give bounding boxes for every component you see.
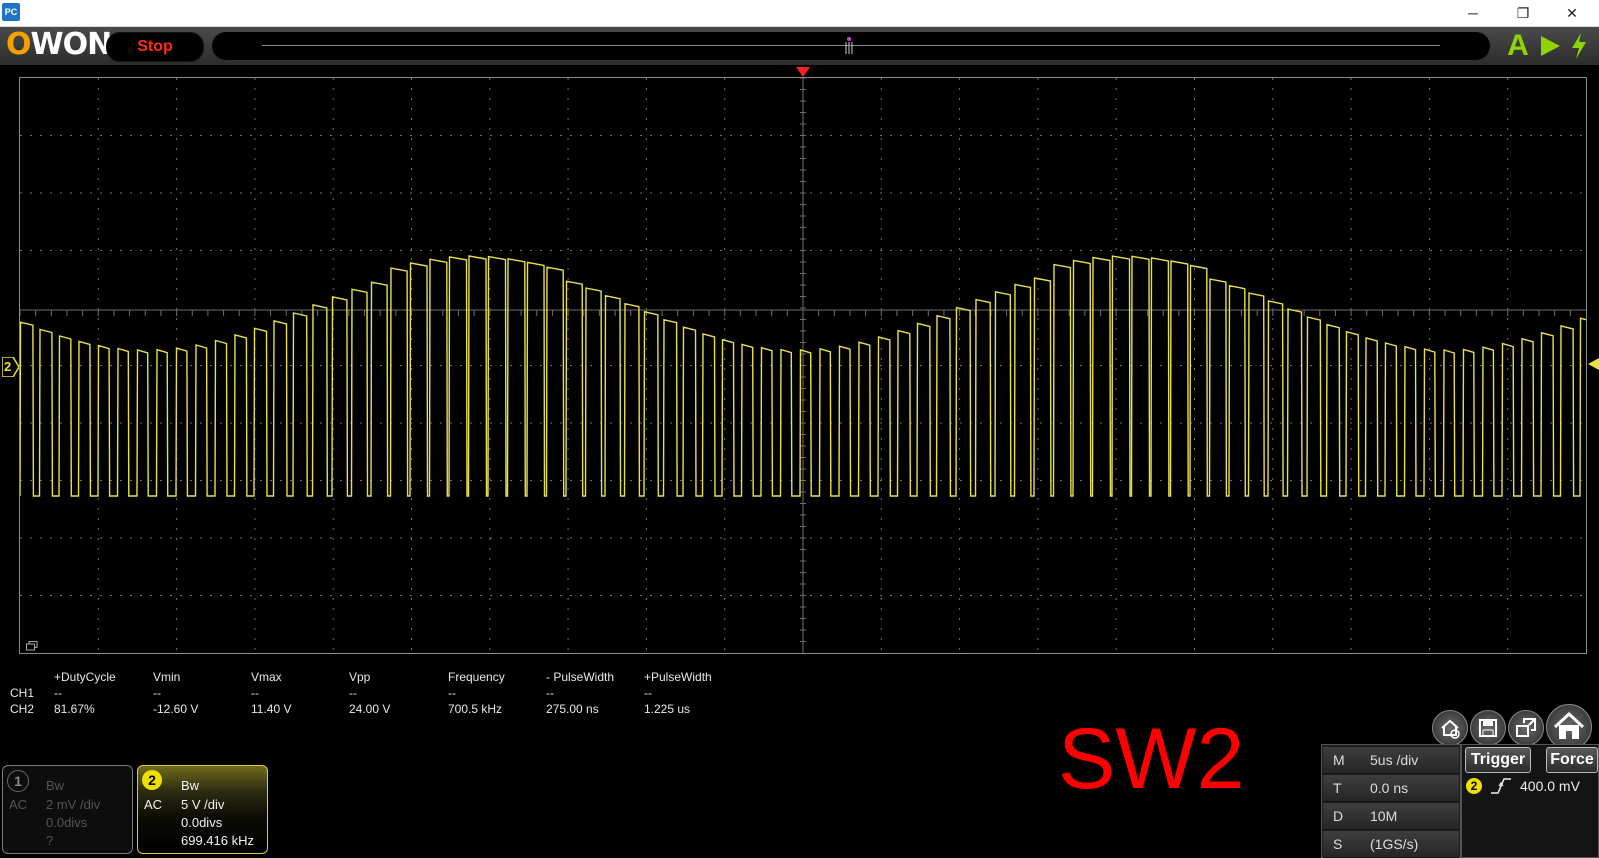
measurement-column: - PulseWidth -- 275.00 ns bbox=[546, 669, 614, 717]
timebase-value: 5us /div bbox=[1370, 752, 1419, 768]
measurement-value: 1.225 us bbox=[644, 702, 691, 716]
ch2-offset: 0.0divs bbox=[181, 815, 223, 830]
lightning-icon[interactable] bbox=[1568, 32, 1590, 60]
waveform-display[interactable] bbox=[19, 77, 1587, 654]
ch1-settings-box[interactable]: 1 Bw AC 2 mV /div 0.0divs ? bbox=[2, 765, 133, 854]
minimize-button[interactable]: ─ bbox=[1450, 0, 1496, 26]
run-stop-button[interactable]: Stop bbox=[106, 32, 204, 62]
measurement-column: Vmin -- -12.60 V bbox=[153, 669, 198, 717]
timebase-row[interactable]: M 5us /div bbox=[1323, 747, 1459, 774]
timebase-row[interactable]: S (1GS/s) bbox=[1323, 831, 1459, 858]
ch1-coupling: AC bbox=[9, 797, 28, 812]
measurement-header: +DutyCycle bbox=[54, 670, 116, 684]
ch1-frequency: ? bbox=[46, 833, 54, 848]
ch2-coupling: AC bbox=[144, 797, 163, 812]
measurement-column: +PulseWidth -- 1.225 us bbox=[644, 669, 712, 717]
ch1-bandwidth: Bw bbox=[46, 778, 65, 793]
timebase-key: D bbox=[1333, 808, 1344, 824]
timebase-value: 10M bbox=[1370, 808, 1398, 824]
ch2-settings-box[interactable]: 2 Bw AC 5 V /div 0.0divs 699.416 kHz bbox=[137, 765, 268, 854]
ch2-offset-marker-label: 2 bbox=[4, 359, 12, 374]
timebase-value: (1GS/s) bbox=[1370, 836, 1419, 852]
measurement-value: 11.40 V bbox=[251, 702, 292, 716]
measurement-value: -- bbox=[349, 686, 357, 700]
view-button-group bbox=[1424, 704, 1596, 750]
auto-set-button[interactable]: A bbox=[1504, 29, 1532, 63]
measurement-value: -- bbox=[546, 686, 554, 700]
measurement-column: Vmax -- 11.40 V bbox=[251, 669, 291, 717]
measurement-value: 81.67% bbox=[54, 702, 95, 716]
measurement-header: Frequency bbox=[448, 670, 505, 684]
window-title-bar: PC ─ ❐ ✕ bbox=[0, 0, 1599, 27]
close-button[interactable]: ✕ bbox=[1549, 0, 1595, 26]
measurement-value: -- bbox=[251, 686, 259, 700]
force-trigger-button[interactable]: Force bbox=[1546, 747, 1598, 773]
expand-window-icon[interactable] bbox=[1508, 710, 1544, 746]
trigger-position-marker[interactable] bbox=[796, 67, 810, 77]
memory-timeline-bar[interactable] bbox=[212, 32, 1490, 60]
measurement-value: -- bbox=[644, 686, 652, 700]
ch2-scale: 5 V /div bbox=[181, 797, 225, 812]
sw2-annotation-label: SW2 bbox=[1058, 711, 1245, 807]
ch1-number-badge: 1 bbox=[7, 770, 29, 792]
owon-logo: OWON bbox=[6, 27, 112, 62]
timebase-key: M bbox=[1333, 752, 1345, 768]
window-icon[interactable] bbox=[26, 641, 38, 651]
save-icon[interactable] bbox=[1470, 710, 1506, 746]
measurement-column: +DutyCycle -- 81.67% bbox=[54, 669, 116, 717]
trigger-button[interactable]: Trigger bbox=[1465, 747, 1531, 773]
trigger-panel: Trigger Force 2 400.0 mV bbox=[1461, 744, 1599, 858]
measurement-value: -12.60 V bbox=[153, 702, 199, 716]
timebase-value: 0.0 ns bbox=[1370, 780, 1409, 796]
measurement-row-labels: CH1 CH2 bbox=[10, 669, 34, 717]
measurement-header: +PulseWidth bbox=[644, 670, 712, 684]
ch2-bandwidth: Bw bbox=[181, 778, 200, 793]
trigger-level-marker[interactable] bbox=[1588, 358, 1599, 370]
timebase-row[interactable]: T 0.0 ns bbox=[1323, 775, 1459, 802]
measurement-header: Vmin bbox=[153, 670, 181, 684]
toolbar: OWON Stop A bbox=[0, 27, 1599, 65]
reset-view-icon[interactable] bbox=[1432, 710, 1468, 746]
measurement-column: Frequency -- 700.5 kHz bbox=[448, 669, 505, 717]
measurement-value: -- bbox=[448, 686, 456, 700]
restore-button[interactable]: ❐ bbox=[1500, 0, 1546, 26]
measurement-value: -- bbox=[153, 686, 161, 700]
timeline-position-icon[interactable] bbox=[844, 36, 854, 56]
trigger-level-value[interactable]: 400.0 mV bbox=[1520, 778, 1580, 794]
measurement-value: 24.00 V bbox=[349, 702, 391, 716]
app-icon: PC bbox=[2, 3, 20, 21]
timebase-panel[interactable]: M 5us /div T 0.0 ns D 10M S (1GS/s) bbox=[1321, 744, 1461, 858]
measurement-header: - PulseWidth bbox=[546, 670, 615, 684]
timebase-key: T bbox=[1333, 780, 1342, 796]
measurement-header: Vpp bbox=[349, 670, 371, 684]
measurement-value: 275.00 ns bbox=[546, 702, 599, 716]
ch1-offset: 0.0divs bbox=[46, 815, 88, 830]
timebase-row[interactable]: D 10M bbox=[1323, 803, 1459, 830]
ch2-frequency: 699.416 kHz bbox=[181, 833, 254, 848]
rising-edge-icon[interactable] bbox=[1490, 777, 1512, 795]
measurement-header: Vmax bbox=[251, 670, 282, 684]
waveform-graticule bbox=[20, 78, 1586, 653]
measurement-value: 700.5 kHz bbox=[448, 702, 503, 716]
trigger-source-badge[interactable]: 2 bbox=[1466, 778, 1482, 794]
timebase-key: S bbox=[1333, 836, 1343, 852]
measurement-row-label: CH1 bbox=[10, 686, 35, 700]
ch1-scale: 2 mV /div bbox=[46, 797, 101, 812]
run-play-icon[interactable] bbox=[1538, 34, 1562, 58]
measurement-row-label: CH2 bbox=[10, 702, 35, 716]
measurement-value: -- bbox=[54, 686, 62, 700]
ch2-number-badge: 2 bbox=[142, 770, 162, 790]
measurement-column: Vpp -- 24.00 V bbox=[349, 669, 390, 717]
